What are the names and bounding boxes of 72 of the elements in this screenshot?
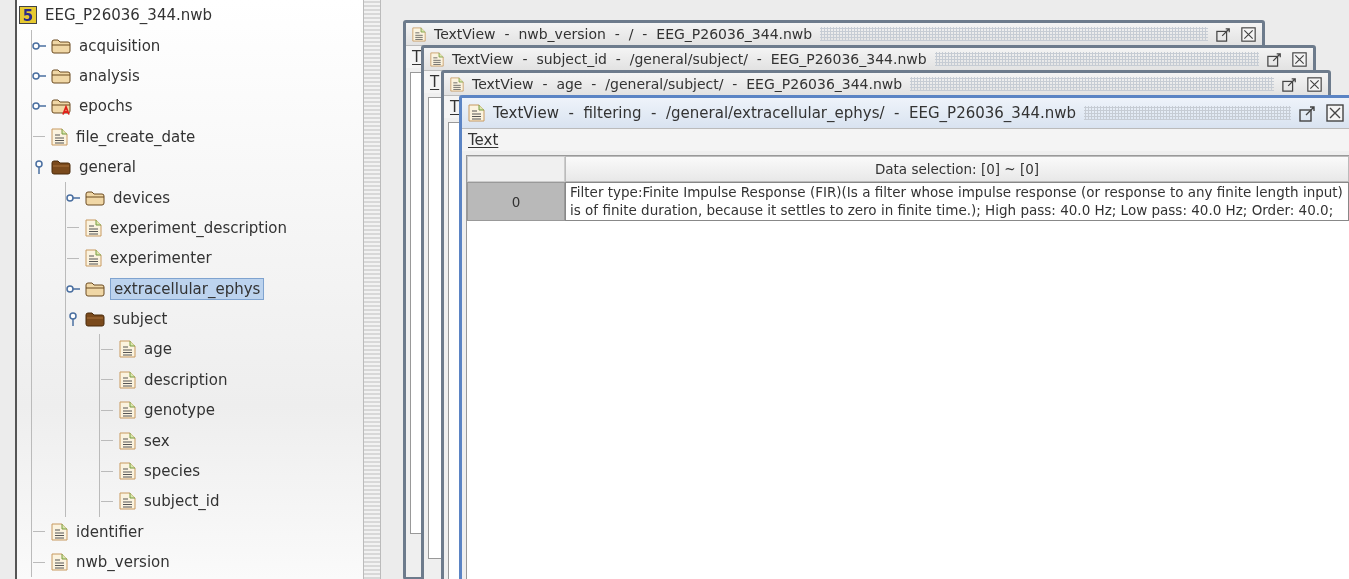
document-icon [468,104,485,122]
tree-item[interactable]: epochs [76,96,136,117]
folder-icon [85,280,105,297]
document-icon [51,522,68,541]
title-grip[interactable] [1084,106,1291,120]
tree-item[interactable]: sex [141,430,173,451]
window-title: TextView - age - /general/subject/ - EEG_P26036_344.nwb [472,76,903,92]
close-icon[interactable] [1241,26,1256,42]
maximize-icon[interactable] [1267,51,1282,67]
window-title: TextView - subject_id - /general/subject/ - EEG_P26036_344.nwb [452,51,927,67]
close-icon[interactable] [1307,76,1322,92]
document-icon [51,553,68,572]
tree-item[interactable]: extracellular_ephys [110,277,265,300]
folder-icon [85,311,105,328]
expanded-handle-icon[interactable] [33,160,45,175]
collapsed-handle-icon[interactable] [32,40,46,51]
maximize-icon[interactable] [1299,104,1316,122]
document-icon [85,218,102,237]
document-icon [119,492,136,511]
folder-icon [85,189,105,206]
window-title: TextView - filtering - /general/extracellular_ephys/ - EEG_P26036_344.nwb [493,104,1077,122]
document-icon [430,51,444,67]
folder-icon [51,159,71,176]
folder-icon [51,67,71,84]
tree-item[interactable]: species [141,461,204,482]
expanded-handle-icon[interactable] [67,312,79,327]
title-grip[interactable] [820,27,1208,41]
document-icon [450,76,464,92]
maximize-icon[interactable] [1216,26,1231,42]
menu-item[interactable]: Text [468,131,499,149]
tree-item[interactable]: experimenter [107,248,215,269]
tree-item[interactable]: file_create_date [73,126,199,147]
title-grip[interactable] [910,77,1274,91]
tree-item[interactable]: nwb_version [73,552,173,573]
tree-item[interactable]: subject_id [141,491,223,512]
tree-item[interactable]: genotype [141,400,218,421]
close-icon[interactable] [1292,51,1307,67]
collapsed-handle-icon[interactable] [66,283,80,294]
hdf-file-icon: 5 [19,6,37,25]
document-icon [85,249,102,268]
document-icon [119,340,136,359]
document-icon [119,370,136,389]
collapsed-handle-icon[interactable] [32,70,46,81]
document-icon [119,401,136,420]
collapsed-handle-icon[interactable] [32,101,46,112]
tree-item[interactable]: devices [110,187,174,208]
tree-item[interactable]: description [141,369,231,390]
menu-item[interactable]: T [450,98,460,116]
tree-item[interactable]: identifier [73,521,147,542]
maximize-icon[interactable] [1282,76,1297,92]
tree-item[interactable]: EEG_P26036_344.nwb [42,5,216,26]
folder-attribute-icon [51,97,71,115]
window-title: TextView - nwb_version - / - EEG_P26036_344.nwb [434,26,813,42]
tree-item[interactable]: age [141,339,175,360]
menu-item[interactable]: T [430,73,440,91]
close-icon[interactable] [1326,104,1344,122]
folder-icon [51,37,71,54]
tree-item[interactable]: acquisition [76,35,164,56]
table-cell: Filter type:Finite Impulse Response (FIR)(Is a filter whose impulse response (or response to any finite length input) is of finite duration, because it settles to zero in finite time.); High pass: 40.0 Hz; Low pass: 40.0 Hz; Order: 40.0; [565,182,1349,221]
document-icon [412,26,426,42]
menu-item[interactable]: T [412,48,422,66]
tree-item[interactable]: general [76,157,139,178]
title-grip[interactable] [934,52,1259,66]
tree-item[interactable]: analysis [76,65,143,86]
collapsed-handle-icon[interactable] [66,192,80,203]
tree-item[interactable]: subject [110,309,171,330]
row-header: 0 [467,182,565,221]
document-icon [119,431,136,450]
document-icon [119,462,136,481]
document-icon [51,127,68,146]
column-header: Data selection: [0] ~ [0] [565,156,1349,182]
tree-item[interactable]: experiment_description [107,217,291,238]
